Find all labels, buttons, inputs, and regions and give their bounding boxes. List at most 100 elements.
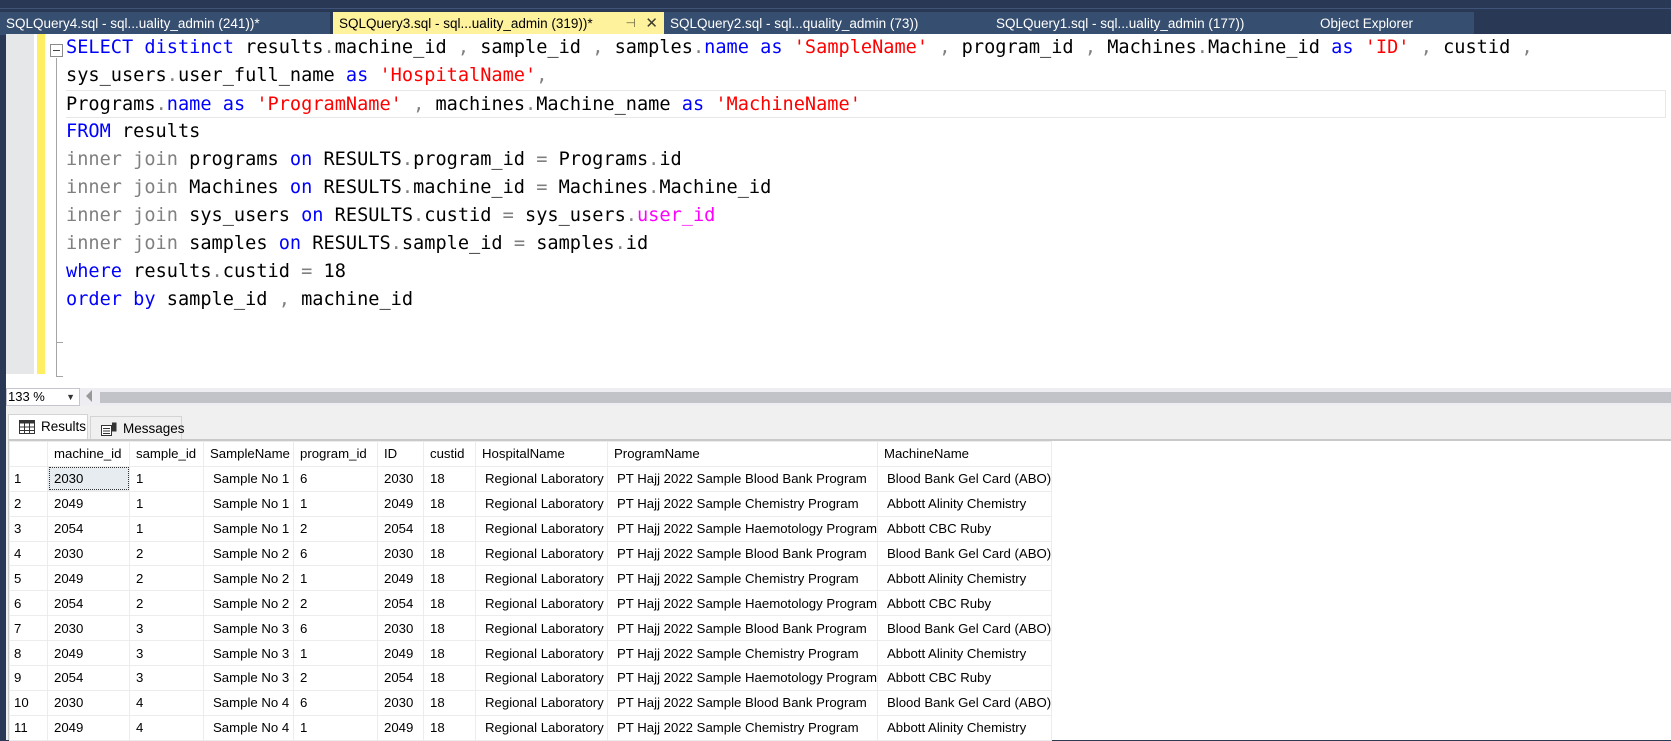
results-grid[interactable]: machine_id sample_id SampleName program_id I…	[8, 439, 1671, 741]
row-number[interactable]: 1	[9, 465, 48, 492]
table-cell[interactable]: Abbott CBC Ruby	[876, 590, 1053, 617]
table-cell[interactable]: 2049	[377, 640, 424, 667]
table-cell[interactable]: Abbott CBC Ruby	[876, 515, 1053, 542]
table-cell[interactable]: 2054	[47, 590, 130, 617]
row-number[interactable]: 3	[9, 515, 48, 542]
code-line[interactable]: SELECT distinct results.machine_id , sam…	[66, 34, 1666, 62]
table-cell[interactable]: 18	[423, 590, 476, 617]
table-cell[interactable]: Blood Bank Gel Card (ABO)	[876, 540, 1053, 567]
table-cell[interactable]: PT Hajj 2022 Sample Haemotology Program	[607, 515, 878, 542]
table-cell[interactable]: Sample No 2	[203, 540, 294, 567]
table-cell[interactable]: 2054	[47, 665, 130, 691]
table-cell[interactable]: Abbott Alinity Chemistry	[876, 565, 1053, 592]
table-cell[interactable]: 3	[129, 665, 204, 691]
table-cell[interactable]: 6	[293, 689, 378, 716]
table-cell[interactable]: 18	[423, 540, 476, 567]
code-line[interactable]: where results.custid = 18	[66, 258, 1666, 286]
table-cell[interactable]: 2030	[377, 615, 424, 642]
table-cell[interactable]: PT Hajj 2022 Sample Haemotology Program	[607, 590, 878, 617]
table-cell[interactable]: 2054	[377, 590, 424, 617]
table-cell[interactable]: Regional Laboratory	[475, 490, 608, 517]
tab-results[interactable]: Results	[8, 414, 88, 439]
table-cell[interactable]: 2030	[47, 540, 130, 567]
column-header-id[interactable]: ID	[377, 441, 424, 467]
row-number[interactable]: 4	[9, 540, 48, 567]
table-cell[interactable]: 18	[423, 490, 476, 517]
table-cell[interactable]: PT Hajj 2022 Sample Blood Bank Program	[607, 465, 878, 492]
column-header-machinename[interactable]: MachineName	[876, 441, 1053, 467]
table-cell[interactable]: 18	[423, 465, 476, 492]
table-cell[interactable]: 6	[293, 465, 378, 492]
collapse-icon[interactable]	[50, 44, 63, 57]
table-cell[interactable]: 1	[293, 714, 378, 741]
code-line[interactable]: sys_users.user_full_name as 'HospitalNam…	[66, 62, 1666, 90]
column-header-program-id[interactable]: program_id	[293, 441, 378, 467]
table-cell[interactable]: 1	[129, 490, 204, 517]
row-number[interactable]: 11	[9, 714, 48, 741]
row-number[interactable]: 9	[9, 665, 48, 691]
table-cell[interactable]: Sample No 1	[203, 465, 294, 492]
row-number-header[interactable]	[9, 441, 48, 467]
column-header-hospitalname[interactable]: HospitalName	[475, 441, 608, 467]
table-cell[interactable]: 18	[423, 640, 476, 667]
scroll-left-icon[interactable]	[86, 390, 92, 402]
table-cell[interactable]: Abbott CBC Ruby	[876, 665, 1053, 691]
table-cell[interactable]: 2030	[47, 465, 130, 492]
table-cell[interactable]: Regional Laboratory	[475, 615, 608, 642]
table-cell[interactable]: 1	[293, 565, 378, 592]
table-cell[interactable]: 2054	[377, 665, 424, 691]
code-line[interactable]: inner join programs on RESULTS.program_i…	[66, 146, 1666, 174]
table-cell[interactable]: 4	[129, 689, 204, 716]
column-header-custid[interactable]: custid	[423, 441, 476, 467]
row-number[interactable]: 7	[9, 615, 48, 642]
table-cell[interactable]: Sample No 3	[203, 640, 294, 667]
pin-icon[interactable]: ⊣	[626, 12, 636, 35]
sql-code[interactable]: SELECT distinct results.machine_id , sam…	[66, 34, 1666, 314]
row-number[interactable]: 5	[9, 565, 48, 592]
table-cell[interactable]: Sample No 1	[203, 515, 294, 542]
table-cell[interactable]: 18	[423, 689, 476, 716]
table-cell[interactable]: 3	[129, 615, 204, 642]
table-cell[interactable]: Sample No 2	[203, 565, 294, 592]
table-cell[interactable]: 2049	[47, 714, 130, 741]
table-cell[interactable]: PT Hajj 2022 Sample Blood Bank Program	[607, 615, 878, 642]
tab-sqlquery2[interactable]: SQLQuery2.sql - sql...quality_admin (73)…	[664, 12, 990, 35]
table-cell[interactable]: 1	[293, 490, 378, 517]
column-header-sample-id[interactable]: sample_id	[129, 441, 204, 467]
table-cell[interactable]: PT Hajj 2022 Sample Blood Bank Program	[607, 540, 878, 567]
column-header-samplename[interactable]: SampleName	[203, 441, 294, 467]
table-cell[interactable]: 4	[129, 714, 204, 741]
table-cell[interactable]: 2049	[377, 490, 424, 517]
table-cell[interactable]: Regional Laboratory	[475, 540, 608, 567]
table-cell[interactable]: Regional Laboratory	[475, 714, 608, 741]
table-cell[interactable]: PT Hajj 2022 Sample Haemotology Program	[607, 665, 878, 691]
table-cell[interactable]: Sample No 3	[203, 665, 294, 691]
table-cell[interactable]: 2049	[377, 714, 424, 741]
table-cell[interactable]: 2030	[377, 540, 424, 567]
table-cell[interactable]: 2030	[377, 689, 424, 716]
table-cell[interactable]: Regional Laboratory	[475, 590, 608, 617]
table-cell[interactable]: Regional Laboratory	[475, 515, 608, 542]
code-line[interactable]: inner join samples on RESULTS.sample_id …	[66, 230, 1666, 258]
column-header-programname[interactable]: ProgramName	[607, 441, 878, 467]
table-cell[interactable]: Regional Laboratory	[475, 565, 608, 592]
table-cell[interactable]: Abbott Alinity Chemistry	[876, 714, 1053, 741]
table-cell[interactable]: PT Hajj 2022 Sample Chemistry Program	[607, 714, 878, 741]
table-cell[interactable]: 2	[129, 540, 204, 567]
tab-sqlquery1[interactable]: SQLQuery1.sql - sql...uality_admin (177)…	[990, 12, 1310, 35]
tab-object-explorer[interactable]: Object Explorer	[1310, 12, 1474, 35]
code-line[interactable]: FROM results	[66, 118, 1666, 146]
code-line[interactable]: Programs.name as 'ProgramName' , machine…	[66, 90, 1666, 118]
tab-sqlquery3[interactable]: SQLQuery3.sql - sql...uality_admin (319)…	[333, 12, 664, 35]
table-cell[interactable]: Sample No 2	[203, 590, 294, 617]
table-cell[interactable]: 2	[129, 565, 204, 592]
column-header-machine-id[interactable]: machine_id	[47, 441, 130, 467]
table-cell[interactable]: 18	[423, 565, 476, 592]
table-cell[interactable]: 2030	[47, 689, 130, 716]
code-line[interactable]: inner join sys_users on RESULTS.custid =…	[66, 202, 1666, 230]
query-editor[interactable]: SELECT distinct results.machine_id , sam…	[6, 34, 1671, 388]
table-cell[interactable]: 2054	[47, 515, 130, 542]
table-cell[interactable]: 2	[293, 665, 378, 691]
table-cell[interactable]: 2030	[47, 615, 130, 642]
table-cell[interactable]: PT Hajj 2022 Sample Chemistry Program	[607, 640, 878, 667]
